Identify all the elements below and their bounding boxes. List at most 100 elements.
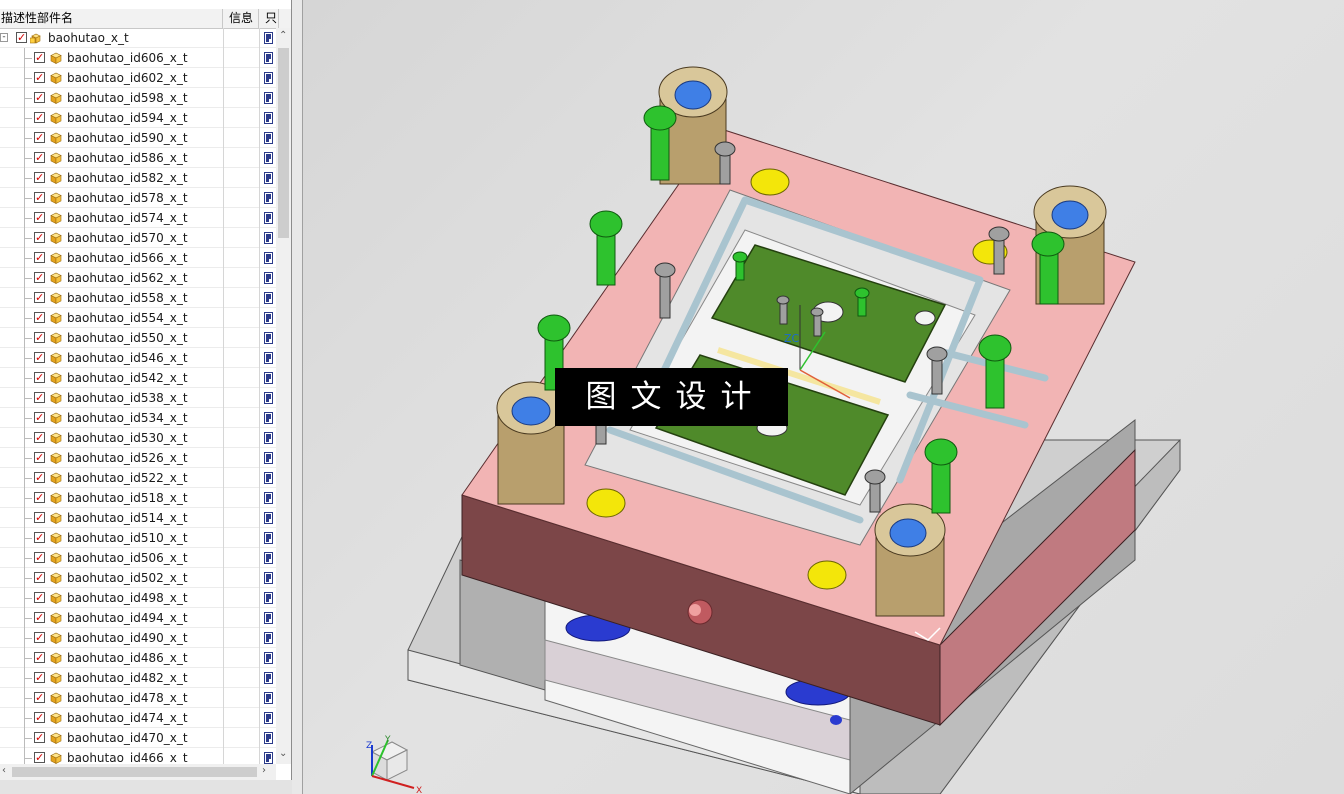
part-cube-icon (50, 72, 62, 84)
checkbox-checked-icon[interactable]: ✓ (34, 152, 45, 163)
scroll-right-icon[interactable]: › (262, 765, 266, 776)
part-row[interactable]: ✓ baohutao_id586_x_t (0, 148, 276, 168)
checkbox-checked-icon[interactable]: ✓ (34, 432, 45, 443)
mold-assembly-model[interactable]: ZC Z Y X (303, 0, 1344, 794)
part-row[interactable]: ✓ baohutao_id562_x_t (0, 268, 276, 288)
checkbox-checked-icon[interactable]: ✓ (34, 452, 45, 463)
graphics-window[interactable]: ZC Z Y X 图文设计 (303, 0, 1344, 794)
checkbox-checked-icon[interactable]: ✓ (34, 232, 45, 243)
part-row[interactable]: ✓ baohutao_id526_x_t (0, 448, 276, 468)
column-header-info[interactable]: 信息 (224, 9, 259, 28)
column-header-name[interactable]: 描述性部件名 (0, 9, 223, 28)
assembly-icon (30, 33, 41, 44)
part-cube-icon (50, 312, 62, 324)
checkbox-checked-icon[interactable]: ✓ (34, 712, 45, 723)
checkbox-checked-icon[interactable]: ✓ (34, 392, 45, 403)
part-row[interactable]: ✓ baohutao_id582_x_t (0, 168, 276, 188)
checkbox-checked-icon[interactable]: ✓ (34, 252, 45, 263)
checkbox-checked-icon[interactable]: ✓ (34, 572, 45, 583)
part-label: baohutao_id538_x_t (67, 391, 188, 405)
checkbox-checked-icon[interactable]: ✓ (34, 752, 45, 763)
part-row[interactable]: ✓ baohutao_id530_x_t (0, 428, 276, 448)
part-row[interactable]: ✓ baohutao_id510_x_t (0, 528, 276, 548)
tree-root-row[interactable]: - ✓ baohutao_x_t (0, 28, 276, 48)
checkbox-checked-icon[interactable]: ✓ (34, 312, 45, 323)
checkbox-checked-icon[interactable]: ✓ (34, 52, 45, 63)
part-row[interactable]: ✓ baohutao_id506_x_t (0, 548, 276, 568)
part-row[interactable]: ✓ baohutao_id590_x_t (0, 128, 276, 148)
part-row[interactable]: ✓ baohutao_id534_x_t (0, 408, 276, 428)
part-row[interactable]: ✓ baohutao_id514_x_t (0, 508, 276, 528)
checkbox-checked-icon[interactable]: ✓ (34, 492, 45, 503)
part-row[interactable]: ✓ baohutao_id494_x_t (0, 608, 276, 628)
readonly-lock-icon (264, 352, 273, 364)
part-row[interactable]: ✓ baohutao_id486_x_t (0, 648, 276, 668)
checkbox-checked-icon[interactable]: ✓ (34, 332, 45, 343)
part-label: baohutao_id550_x_t (67, 331, 188, 345)
scroll-down-icon[interactable]: ⌄ (279, 748, 287, 759)
part-row[interactable]: ✓ baohutao_id498_x_t (0, 588, 276, 608)
part-row[interactable]: ✓ baohutao_id558_x_t (0, 288, 276, 308)
part-row[interactable]: ✓ baohutao_id474_x_t (0, 708, 276, 728)
checkbox-checked-icon[interactable]: ✓ (34, 72, 45, 83)
part-label: baohutao_id490_x_t (67, 631, 188, 645)
part-label: baohutao_id566_x_t (67, 251, 188, 265)
part-row[interactable]: ✓ baohutao_id606_x_t (0, 48, 276, 68)
checkbox-checked-icon[interactable]: ✓ (34, 212, 45, 223)
checkbox-checked-icon[interactable]: ✓ (34, 412, 45, 423)
part-row[interactable]: ✓ baohutao_id550_x_t (0, 328, 276, 348)
scroll-left-icon[interactable]: ‹ (2, 765, 6, 776)
part-row[interactable]: ✓ baohutao_id598_x_t (0, 88, 276, 108)
collapse-minus-icon[interactable]: - (0, 33, 8, 42)
part-row[interactable]: ✓ baohutao_id602_x_t (0, 68, 276, 88)
part-row[interactable]: ✓ baohutao_id522_x_t (0, 468, 276, 488)
checkbox-checked-icon[interactable]: ✓ (34, 732, 45, 743)
part-row[interactable]: ✓ baohutao_id470_x_t (0, 728, 276, 748)
part-row[interactable]: ✓ baohutao_id554_x_t (0, 308, 276, 328)
checkbox-checked-icon[interactable]: ✓ (34, 472, 45, 483)
part-row[interactable]: ✓ baohutao_id566_x_t (0, 248, 276, 268)
panel-splitter[interactable] (292, 0, 303, 794)
part-row[interactable]: ✓ baohutao_id578_x_t (0, 188, 276, 208)
part-row[interactable]: ✓ baohutao_id502_x_t (0, 568, 276, 588)
vertical-scroll-thumb[interactable] (278, 48, 289, 238)
checkbox-checked-icon[interactable]: ✓ (34, 372, 45, 383)
part-row[interactable]: ✓ baohutao_id466_x_t (0, 748, 276, 764)
part-row[interactable]: ✓ baohutao_id546_x_t (0, 348, 276, 368)
checkbox-checked-icon[interactable]: ✓ (34, 132, 45, 143)
checkbox-checked-icon[interactable]: ✓ (34, 592, 45, 603)
part-row[interactable]: ✓ baohutao_id482_x_t (0, 668, 276, 688)
checkbox-checked-icon[interactable]: ✓ (34, 272, 45, 283)
horizontal-scroll-thumb[interactable] (12, 767, 257, 777)
checkbox-checked-icon[interactable]: ✓ (34, 632, 45, 643)
checkbox-checked-icon[interactable]: ✓ (34, 532, 45, 543)
scroll-up-icon[interactable]: ⌃ (279, 30, 287, 41)
part-row[interactable]: ✓ baohutao_id542_x_t (0, 368, 276, 388)
part-cube-icon (50, 452, 62, 464)
column-header-readonly[interactable]: 只 (260, 9, 279, 28)
checkbox-checked-icon[interactable]: ✓ (34, 672, 45, 683)
part-label: baohutao_id602_x_t (67, 71, 188, 85)
checkbox-checked-icon[interactable]: ✓ (34, 352, 45, 363)
part-row[interactable]: ✓ baohutao_id490_x_t (0, 628, 276, 648)
checkbox-checked-icon[interactable]: ✓ (34, 652, 45, 663)
checkbox-checked-icon[interactable]: ✓ (34, 172, 45, 183)
checkbox-checked-icon[interactable]: ✓ (16, 32, 27, 43)
part-row[interactable]: ✓ baohutao_id594_x_t (0, 108, 276, 128)
checkbox-checked-icon[interactable]: ✓ (34, 192, 45, 203)
part-row[interactable]: ✓ baohutao_id478_x_t (0, 688, 276, 708)
vertical-scrollbar[interactable]: ⌃ ⌄ (276, 28, 291, 764)
part-row[interactable]: ✓ baohutao_id574_x_t (0, 208, 276, 228)
checkbox-checked-icon[interactable]: ✓ (34, 92, 45, 103)
checkbox-checked-icon[interactable]: ✓ (34, 612, 45, 623)
checkbox-checked-icon[interactable]: ✓ (34, 112, 45, 123)
horizontal-scrollbar[interactable]: ‹ › (0, 764, 276, 780)
part-cube-icon (50, 92, 62, 104)
checkbox-checked-icon[interactable]: ✓ (34, 552, 45, 563)
part-row[interactable]: ✓ baohutao_id518_x_t (0, 488, 276, 508)
part-row[interactable]: ✓ baohutao_id570_x_t (0, 228, 276, 248)
checkbox-checked-icon[interactable]: ✓ (34, 512, 45, 523)
checkbox-checked-icon[interactable]: ✓ (34, 692, 45, 703)
part-row[interactable]: ✓ baohutao_id538_x_t (0, 388, 276, 408)
checkbox-checked-icon[interactable]: ✓ (34, 292, 45, 303)
